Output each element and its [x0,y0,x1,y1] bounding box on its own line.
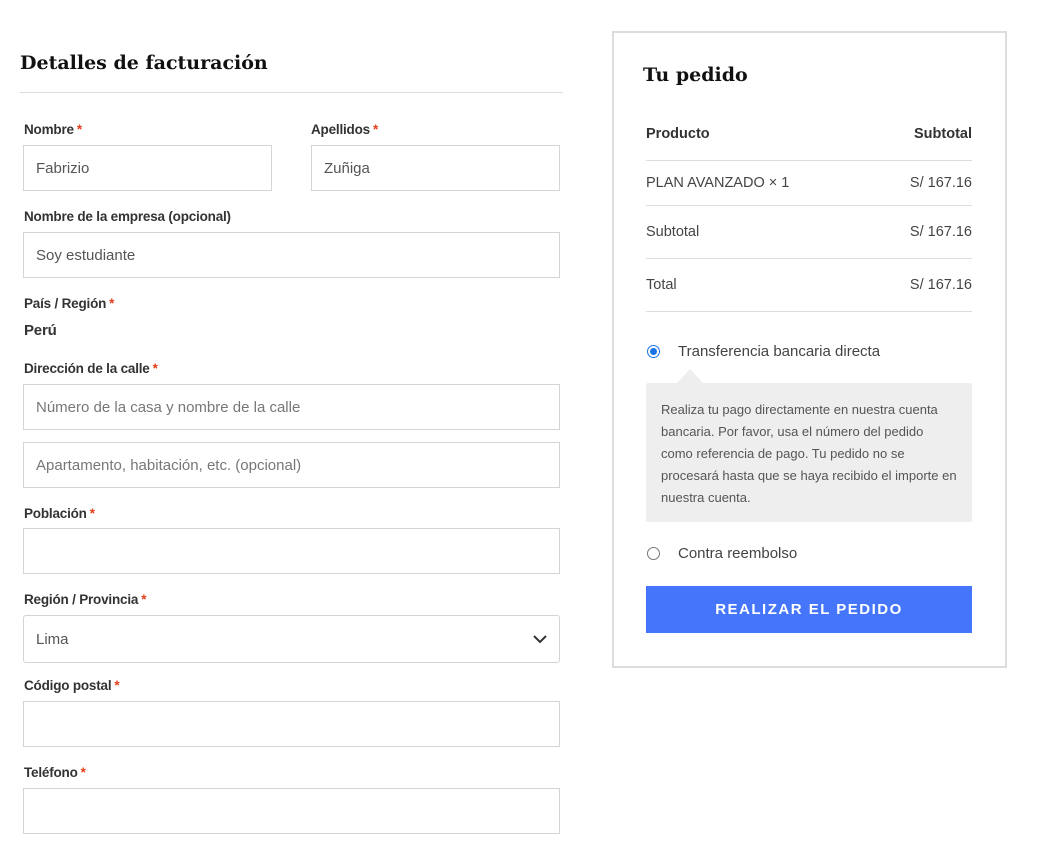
item-name: PLAN AVANZADO × 1 [646,175,790,191]
last-name-input[interactable]: Zuñiga [311,145,560,191]
street-input-2[interactable]: Apartamento, habitación, etc. (opcional) [23,442,560,488]
payment-cod-radio[interactable] [647,547,660,560]
last-name-label: Apellidos * [311,122,379,137]
subtotal-row: Subtotal S/ 167.16 [646,224,972,240]
order-title: Tu pedido [643,64,748,86]
order-item-row: PLAN AVANZADO × 1 S/ 167.16 [646,175,972,191]
street-input-1[interactable]: Número de la casa y nombre de la calle [23,384,560,430]
col-subtotal: Subtotal [914,126,972,142]
postcode-label: Código postal * [24,678,120,693]
subtotal-value: S/ 167.16 [909,224,972,240]
country-value: Perú [24,322,57,339]
billing-title: Detalles de facturación [20,52,268,74]
place-order-button[interactable]: REALIZAR EL PEDIDO [646,586,972,633]
first-name-label: Nombre * [24,122,82,137]
divider [20,92,563,93]
divider [646,258,972,259]
region-value: Lima [36,630,69,648]
city-input[interactable] [23,528,560,574]
company-input[interactable]: Soy estudiante [23,232,560,278]
postcode-input[interactable] [23,701,560,747]
total-label: Total [646,277,677,293]
phone-label: Teléfono * [24,765,86,780]
first-name-input[interactable]: Fabrizio [23,145,272,191]
city-label: Población * [24,506,95,521]
region-label: Región / Provincia * [24,592,147,607]
payment-description: Realiza tu pago directamente en nuestra … [646,383,972,522]
divider [646,160,972,161]
region-select[interactable]: Lima [23,615,560,663]
divider [646,311,972,312]
total-row: Total S/ 167.16 [646,277,972,293]
country-label: País / Región * [24,296,115,311]
col-product: Producto [646,126,710,142]
subtotal-label: Subtotal [646,224,700,240]
street-label: Dirección de la calle * [24,361,158,376]
chevron-down-icon [533,634,547,643]
payment-bank-transfer-radio[interactable] [647,345,660,358]
phone-input[interactable] [23,788,560,834]
payment-cod-label[interactable]: Contra reembolso [678,545,797,562]
item-price: S/ 167.16 [909,175,972,191]
company-label: Nombre de la empresa (opcional) [24,209,231,224]
total-value: S/ 167.16 [909,277,972,293]
divider [646,205,972,206]
description-pointer [677,369,703,383]
order-table-header: Producto Subtotal [646,126,972,142]
payment-bank-transfer-label[interactable]: Transferencia bancaria directa [678,343,880,360]
